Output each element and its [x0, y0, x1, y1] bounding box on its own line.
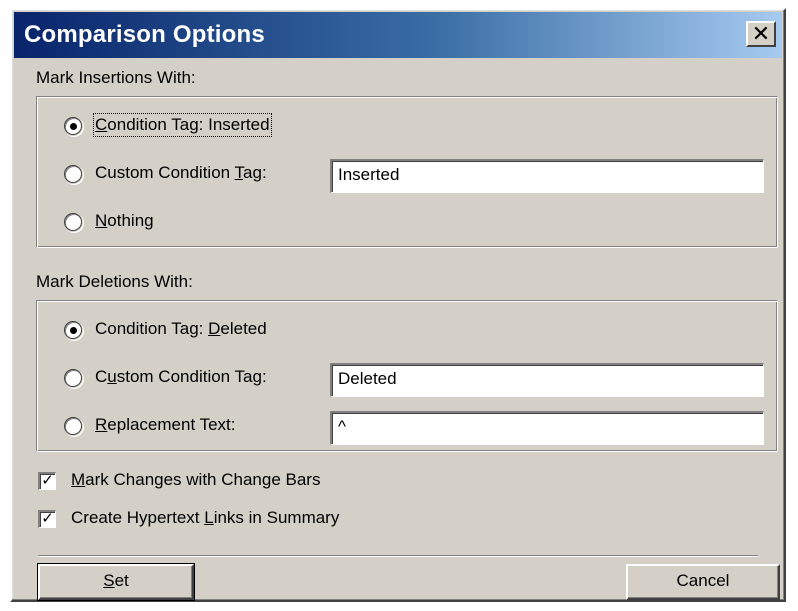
- radio-delete-replacement-text[interactable]: Replacement Text:: [64, 415, 324, 439]
- cancel-button[interactable]: Cancel: [626, 564, 780, 600]
- radio-delete-custom-tag[interactable]: Custom Condition Tag:: [64, 367, 324, 391]
- radio-label: Custom Condition Tag:: [95, 163, 267, 182]
- radio-button[interactable]: [64, 213, 82, 231]
- replacement-text-input[interactable]: ^: [330, 411, 764, 445]
- insertions-group: Condition Tag: Inserted Custom Condition…: [36, 96, 778, 248]
- radio-label: Nothing: [95, 211, 154, 230]
- deletions-heading: Mark Deletions With:: [36, 272, 193, 291]
- radio-insert-nothing[interactable]: Nothing: [64, 211, 264, 235]
- insertions-heading: Mark Insertions With:: [36, 68, 196, 87]
- checkbox[interactable]: ✓: [38, 510, 56, 528]
- close-icon: ✕: [751, 21, 771, 46]
- dialog-title: Comparison Options: [24, 21, 265, 48]
- radio-label: Condition Tag: Inserted: [93, 113, 272, 137]
- radio-label: Replacement Text:: [95, 415, 236, 434]
- radio-selected-dot: [70, 123, 77, 130]
- set-button[interactable]: Set: [37, 563, 195, 601]
- checkbox-label: Mark Changes with Change Bars: [71, 470, 321, 489]
- radio-button[interactable]: [64, 417, 82, 435]
- checkbox-label: Create Hypertext Links in Summary: [71, 508, 340, 527]
- comparison-options-dialog: Comparison Options ✕ Mark Insertions Wit…: [10, 8, 786, 602]
- deletions-group: Condition Tag: Deleted Custom Condition …: [36, 300, 778, 452]
- radio-delete-condition-tag[interactable]: Condition Tag: Deleted: [64, 319, 364, 343]
- close-button[interactable]: ✕: [746, 21, 776, 47]
- checkbox[interactable]: ✓: [38, 472, 56, 490]
- radio-label: Custom Condition Tag:: [95, 367, 267, 386]
- insert-custom-tag-input[interactable]: Inserted: [330, 159, 764, 193]
- check-icon: ✓: [41, 472, 54, 489]
- check-icon: ✓: [41, 510, 54, 527]
- radio-button[interactable]: [64, 165, 82, 183]
- radio-button[interactable]: [64, 117, 82, 135]
- radio-button[interactable]: [64, 321, 82, 339]
- radio-label: Condition Tag: Deleted: [95, 319, 267, 338]
- title-bar[interactable]: Comparison Options ✕: [14, 12, 782, 58]
- radio-button[interactable]: [64, 369, 82, 387]
- checkbox-change-bars[interactable]: ✓ Mark Changes with Change Bars: [38, 470, 538, 494]
- radio-insert-custom-tag[interactable]: Custom Condition Tag:: [64, 163, 324, 187]
- delete-custom-tag-input[interactable]: Deleted: [330, 363, 764, 397]
- radio-insert-condition-tag[interactable]: Condition Tag: Inserted: [64, 113, 764, 139]
- radio-selected-dot: [70, 327, 77, 334]
- checkbox-hypertext-links[interactable]: ✓ Create Hypertext Links in Summary: [38, 508, 538, 532]
- separator: [38, 555, 758, 557]
